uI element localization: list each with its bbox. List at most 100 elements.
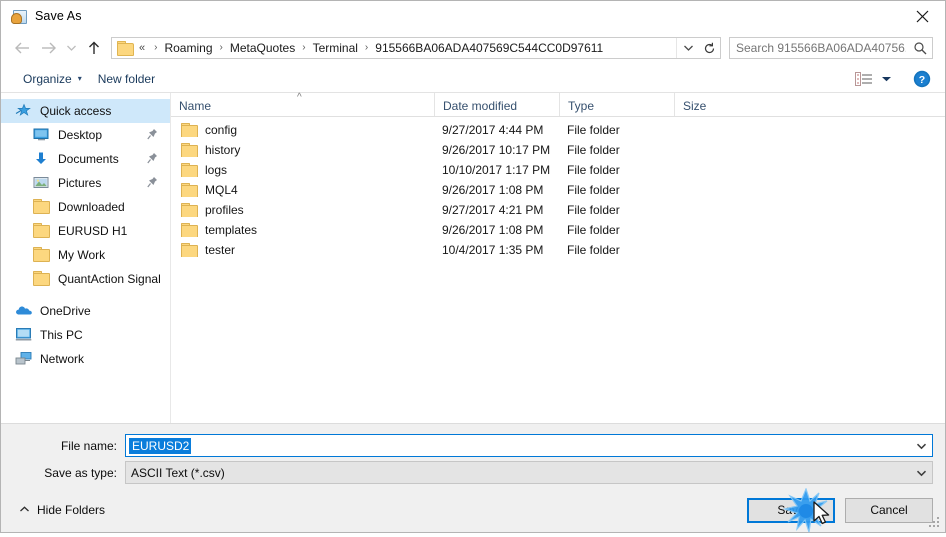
sidebar-item-pictures[interactable]: Pictures <box>1 171 170 195</box>
sidebar-item-quantaction-signal[interactable]: QuantAction Signal <box>1 267 170 291</box>
file-name-value: EURUSD2 <box>129 437 192 454</box>
sidebar-item-this-pc[interactable]: This PC <box>1 323 170 347</box>
file-name-cell: templates <box>171 223 434 237</box>
breadcrumb: « › Roaming › MetaQuotes › Terminal › 91… <box>138 41 676 55</box>
hide-folders-button[interactable]: Hide Folders <box>19 503 105 517</box>
save-button[interactable]: Save <box>747 497 835 523</box>
search-input[interactable] <box>730 41 908 55</box>
column-label: Type <box>568 99 595 113</box>
breadcrumb-separator: › <box>302 42 306 53</box>
hide-folders-label: Hide Folders <box>37 503 106 517</box>
table-row[interactable]: profiles 9/27/2017 4:21 PM File folder <box>171 200 945 220</box>
breadcrumb-item-terminal[interactable]: Terminal <box>311 41 360 55</box>
sidebar-item-label: Pictures <box>58 176 102 190</box>
column-header-size[interactable]: Size <box>674 93 754 116</box>
file-name-cell: history <box>171 143 434 157</box>
new-folder-button[interactable]: New folder <box>90 70 163 88</box>
chevron-up-icon <box>19 505 30 515</box>
file-name-chevron-down-icon[interactable] <box>910 435 932 456</box>
dialog-body: Quick access Desktop Documents Pictures … <box>1 93 945 424</box>
save-as-type-chevron-down-icon[interactable] <box>910 462 932 483</box>
command-bar: Organize ▾ New folder ? <box>1 65 945 93</box>
sidebar-item-quick-access[interactable]: Quick access <box>1 99 170 123</box>
sidebar-item-label: QuantAction Signal <box>58 272 161 286</box>
organize-label: Organize <box>23 71 72 86</box>
column-header-date-modified[interactable]: Date modified <box>434 93 559 116</box>
file-date-cell: 9/26/2017 10:17 PM <box>442 143 551 157</box>
up-arrow-icon[interactable] <box>81 35 107 61</box>
file-name-input[interactable]: EURUSD2 <box>125 434 933 457</box>
sidebar-item-label: Documents <box>58 152 119 166</box>
folder-icon <box>33 247 51 263</box>
pin-icon[interactable] <box>147 152 158 167</box>
breadcrumb-separator: › <box>154 42 158 53</box>
sidebar-item-eurusd-h1[interactable]: EURUSD H1 <box>1 219 170 243</box>
close-icon[interactable] <box>899 1 945 31</box>
sort-ascending-icon: ^ <box>297 92 302 103</box>
breadcrumb-item-terminal-id[interactable]: 915566BA06ADA407569C544CC0D97611 <box>373 41 605 55</box>
table-row[interactable]: MQL4 9/26/2017 1:08 PM File folder <box>171 180 945 200</box>
file-date-cell: 10/4/2017 1:35 PM <box>442 243 544 257</box>
resize-grip[interactable] <box>929 517 941 529</box>
file-name: profiles <box>205 203 244 217</box>
navigation-bar: « › Roaming › MetaQuotes › Terminal › 91… <box>1 31 945 65</box>
sidebar-item-desktop[interactable]: Desktop <box>1 123 170 147</box>
back-arrow-icon[interactable] <box>9 35 35 61</box>
cancel-button[interactable]: Cancel <box>845 497 933 523</box>
sidebar-item-downloaded[interactable]: Downloaded <box>1 195 170 219</box>
sidebar-item-label: Quick access <box>40 104 112 118</box>
table-row[interactable]: logs 10/10/2017 1:17 PM File folder <box>171 160 945 180</box>
sidebar-item-label: This PC <box>40 328 83 342</box>
column-label: Size <box>683 99 707 113</box>
folder-icon <box>181 143 198 157</box>
address-chevron-down-icon[interactable] <box>676 38 699 58</box>
file-type-cell: File folder <box>567 203 620 217</box>
file-name-row: File name: EURUSD2 <box>1 434 945 457</box>
file-type-cell: File folder <box>567 123 620 137</box>
sidebar-item-onedrive[interactable]: OneDrive <box>1 299 170 323</box>
file-list-pane: Name ^ Date modified Type Size config 9/… <box>171 93 945 423</box>
sidebar-item-documents[interactable]: Documents <box>1 147 170 171</box>
pictures-icon <box>33 175 51 191</box>
sidebar-item-label: Downloaded <box>58 200 125 214</box>
file-type-cell: File folder <box>567 143 620 157</box>
folder-icon <box>181 203 198 217</box>
breadcrumb-item-roaming[interactable]: Roaming <box>162 41 214 55</box>
file-type-cell: File folder <box>567 163 620 177</box>
save-as-icon <box>11 8 27 24</box>
table-row[interactable]: history 9/26/2017 10:17 PM File folder <box>171 140 945 160</box>
save-as-type-select[interactable]: ASCII Text (*.csv) <box>125 461 933 484</box>
breadcrumb-item-metaquotes[interactable]: MetaQuotes <box>228 41 297 55</box>
folder-icon <box>33 223 51 239</box>
navigation-pane: Quick access Desktop Documents Pictures … <box>1 93 171 423</box>
sidebar-item-network[interactable]: Network <box>1 347 170 371</box>
file-name: logs <box>205 163 228 177</box>
title-bar: Save As <box>1 1 945 31</box>
pin-icon[interactable] <box>147 128 158 143</box>
address-bar[interactable]: « › Roaming › MetaQuotes › Terminal › 91… <box>111 37 700 59</box>
save-as-type-label: Save as type: <box>44 465 117 480</box>
network-icon <box>15 351 33 367</box>
recent-locations-chevron-down-icon[interactable] <box>61 35 81 61</box>
search-icon[interactable] <box>908 41 932 55</box>
view-chevron-down-icon[interactable] <box>875 70 897 88</box>
column-header-type[interactable]: Type <box>559 93 674 116</box>
organize-button[interactable]: Organize ▾ <box>15 70 90 88</box>
sidebar-item-my-work[interactable]: My Work <box>1 243 170 267</box>
file-type-cell: File folder <box>567 223 620 237</box>
refresh-icon[interactable] <box>699 37 721 59</box>
breadcrumb-overflow[interactable]: « <box>138 42 149 54</box>
folder-icon <box>181 163 198 177</box>
column-header-name[interactable]: Name ^ <box>171 93 434 116</box>
search-box[interactable] <box>729 37 933 59</box>
view-options-icon[interactable] <box>853 70 875 88</box>
table-row[interactable]: tester 10/4/2017 1:35 PM File folder <box>171 240 945 260</box>
forward-arrow-icon[interactable] <box>35 35 61 61</box>
table-row[interactable]: config 9/27/2017 4:44 PM File folder <box>171 120 945 140</box>
column-label: Name <box>179 99 212 113</box>
pin-icon[interactable] <box>147 176 158 191</box>
help-icon[interactable]: ? <box>913 70 931 88</box>
folder-icon <box>181 123 198 137</box>
table-row[interactable]: templates 9/26/2017 1:08 PM File folder <box>171 220 945 240</box>
